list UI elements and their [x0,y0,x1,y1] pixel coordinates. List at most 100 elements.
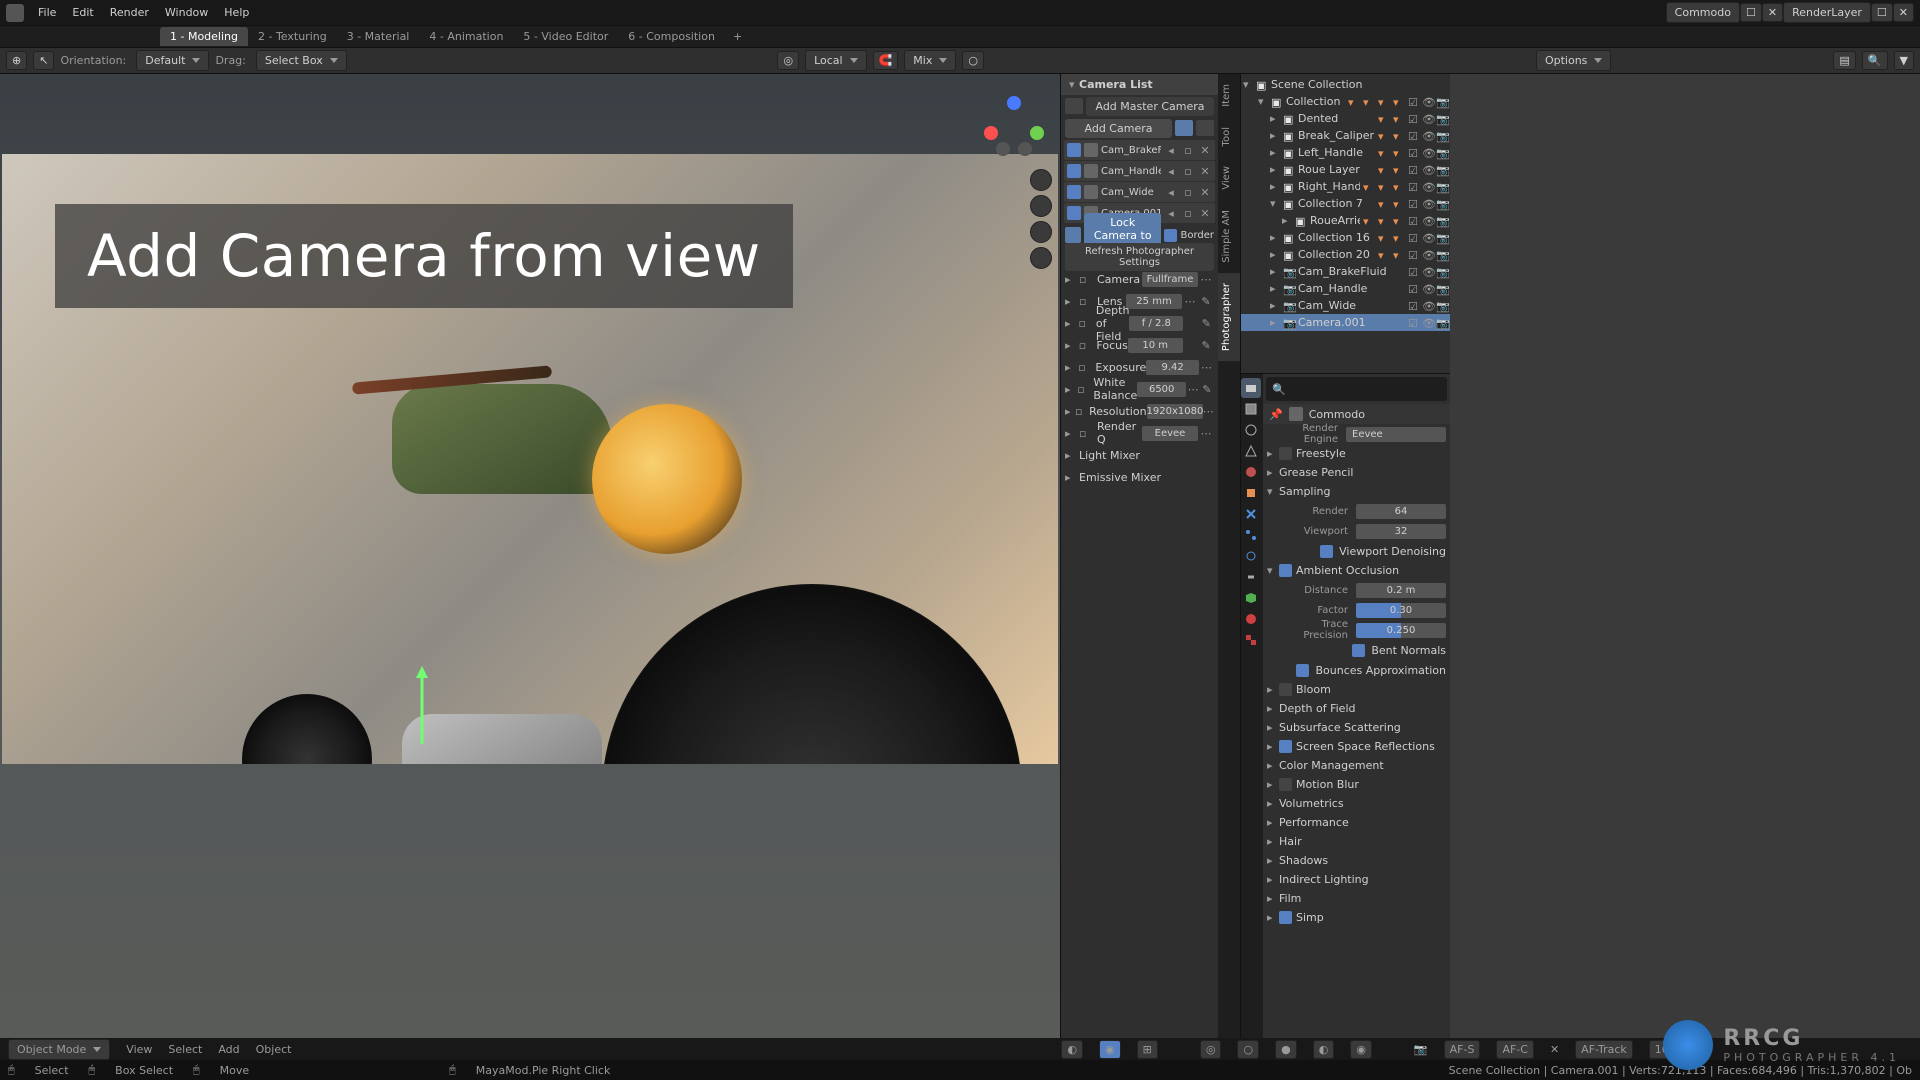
workspace-tab-texturing[interactable]: 2 - Texturing [248,27,337,46]
section-header[interactable]: ▸Depth of Field [1263,699,1450,718]
renderlayer-new-button[interactable]: ☐ [1871,3,1893,22]
visibility-icon[interactable]: 👁 [1422,130,1434,142]
tab-item[interactable]: Item [1218,74,1240,117]
tree-row[interactable]: ▸▣Left_Handle▾▾☑👁📷 [1241,144,1450,161]
render-vis-icon[interactable]: 📷 [1436,181,1448,193]
outliner-filter-dropdown-icon[interactable]: ▼ [1894,51,1914,70]
axis-x-icon[interactable] [984,126,998,140]
properties-search[interactable]: 🔍 [1266,377,1447,401]
renderlayer-selector[interactable]: RenderLayer [1783,2,1871,23]
menu-render[interactable]: Render [102,2,157,23]
tree-row[interactable]: ▸▣Right_Handle▾▾▾☑👁📷 [1241,178,1450,195]
menu-view[interactable]: View [126,1043,152,1056]
restrict-check-icon[interactable]: ☑ [1408,147,1420,159]
section-checkbox[interactable] [1279,740,1292,753]
snap-icon[interactable]: 🧲 [873,51,899,70]
shading-solid-icon[interactable]: ● [1275,1040,1297,1059]
render-vis-icon[interactable]: 📷 [1436,300,1448,312]
snap-mode-dropdown[interactable]: Mix [904,50,956,71]
field-value[interactable]: 0.30 [1356,603,1446,618]
field-value[interactable]: 0.250 [1356,623,1446,638]
section-header[interactable]: ▾Sampling [1263,482,1450,501]
shading-render-icon[interactable]: ◉ [1350,1040,1372,1059]
delete-icon[interactable]: ✕ [1198,207,1212,220]
visibility-icon[interactable]: 👁 [1422,232,1434,244]
section-checkbox[interactable] [1279,447,1292,460]
tab-particle-icon[interactable] [1241,525,1261,545]
expand-icon[interactable]: ▸ [1270,163,1280,176]
overlay-icon[interactable]: ⊞ [1137,1040,1158,1059]
tweak-tool-icon[interactable]: ↖ [33,51,54,70]
camera-list-item[interactable]: Cam_Handle◂▫✕ [1064,161,1215,181]
tree-row[interactable]: ▸▣Break_Caliper▾▾☑👁📷 [1241,127,1450,144]
visibility-icon[interactable]: 👁 [1422,113,1434,125]
emissive-mixer-row[interactable]: ▸Emissive Mixer [1061,466,1218,488]
camera-view-icon[interactable] [1030,221,1052,243]
tree-row[interactable]: ▾▣Collection 1▾▾▾▾☑👁📷 [1241,93,1450,110]
camera-checkbox[interactable] [1067,164,1081,178]
menu-dots-icon[interactable]: ⋯ [1182,295,1198,308]
tab-data-icon[interactable] [1241,588,1261,608]
camera-icon[interactable] [1065,98,1083,114]
menu-dots-icon[interactable]: ⋯ [1198,427,1214,440]
add-master-camera-button[interactable]: Add Master Camera [1086,97,1214,116]
outliner-search-icon[interactable]: 🔍 [1862,51,1888,70]
tree-row[interactable]: ▸▣Collection 20▾▾☑👁📷 [1241,246,1450,263]
tree-row[interactable]: ▸▣Collection 16▾▾☑👁📷 [1241,229,1450,246]
section-header[interactable]: ▸Motion Blur [1263,775,1450,794]
visibility-icon[interactable]: 👁 [1422,283,1434,295]
af-track-button[interactable]: AF-Track [1575,1040,1633,1059]
expand-icon[interactable]: ▸ [1282,214,1292,227]
menu-edit[interactable]: Edit [64,2,101,23]
visibility-icon[interactable]: 👁 [1422,164,1434,176]
tab-physics-icon[interactable] [1241,546,1261,566]
visibility-icon[interactable]: 👁 [1422,215,1434,227]
tab-world-icon[interactable] [1241,462,1261,482]
expand-icon[interactable]: ▸ [1270,282,1280,295]
section-header[interactable]: ▸Bloom [1263,680,1450,699]
tab-photographer[interactable]: Photographer [1218,273,1240,361]
section-checkbox[interactable] [1279,564,1292,577]
expand-icon[interactable]: ▸ [1065,339,1079,352]
camera-checkbox[interactable] [1067,143,1081,157]
prop-value[interactable]: Fullframe [1142,272,1198,287]
section-header[interactable]: ▸Hair [1263,832,1450,851]
mode-dropdown[interactable]: Object Mode [8,1039,110,1060]
pivot-icon[interactable]: ◎ [777,51,799,70]
eyedropper-icon[interactable]: ✎ [1200,383,1214,396]
render-vis-icon[interactable]: 📷 [1436,164,1448,176]
render-vis-icon[interactable]: 📷 [1436,317,1448,329]
property-check[interactable]: Bounces Approximation [1263,660,1450,680]
shading-matprev-icon[interactable]: ◐ [1313,1040,1335,1059]
section-header[interactable]: ▸Color Management [1263,756,1450,775]
light-mixer-row[interactable]: ▸Light Mixer [1061,444,1218,466]
visibility-icon[interactable]: 👁 [1422,198,1434,210]
expand-icon[interactable]: ▸ [1065,427,1079,440]
tree-row[interactable]: ▸📷Cam_Handle☑👁📷 [1241,280,1450,297]
drag-dropdown[interactable]: Select Box [256,50,347,71]
shading-wire-icon[interactable]: ○ [1237,1040,1259,1059]
refresh-settings-button[interactable]: Refresh Photographer Settings [1065,243,1214,271]
engine-dropdown[interactable]: Eevee [1346,427,1446,442]
overlay-toggle-icon[interactable]: ◐ [1061,1040,1083,1059]
camera-list-item[interactable]: Cam_BrakeFluid◂▫✕ [1064,140,1215,160]
restrict-check-icon[interactable]: ☑ [1408,164,1420,176]
tree-row[interactable]: ▸▣Roue Layer▾▾☑👁📷 [1241,161,1450,178]
render-vis-icon[interactable]: 📷 [1436,147,1448,159]
workspace-tab-modeling[interactable]: 1 - Modeling [160,27,248,46]
tab-modifier-icon[interactable] [1241,504,1261,524]
section-header[interactable]: ▸Freestyle [1263,444,1450,463]
expand-icon[interactable]: ▸ [1270,299,1280,312]
menu-dots-icon[interactable]: ⋯ [1203,405,1214,418]
axis-neg-icon[interactable] [996,142,1010,156]
add-option-icon[interactable] [1196,120,1214,136]
render-vis-icon[interactable]: 📷 [1436,215,1448,227]
menu-dots-icon[interactable]: ⋯ [1199,361,1214,374]
render-vis-icon[interactable]: 📷 [1436,198,1448,210]
section-header[interactable]: ▸Indirect Lighting [1263,870,1450,889]
prop-value[interactable]: 10 m [1128,338,1183,353]
axis-neg-icon[interactable] [1018,142,1032,156]
workspace-tab-animation[interactable]: 4 - Animation [419,27,513,46]
menu-dots-icon[interactable]: ⋯ [1198,273,1214,286]
tab-viewlayer-icon[interactable] [1241,420,1261,440]
